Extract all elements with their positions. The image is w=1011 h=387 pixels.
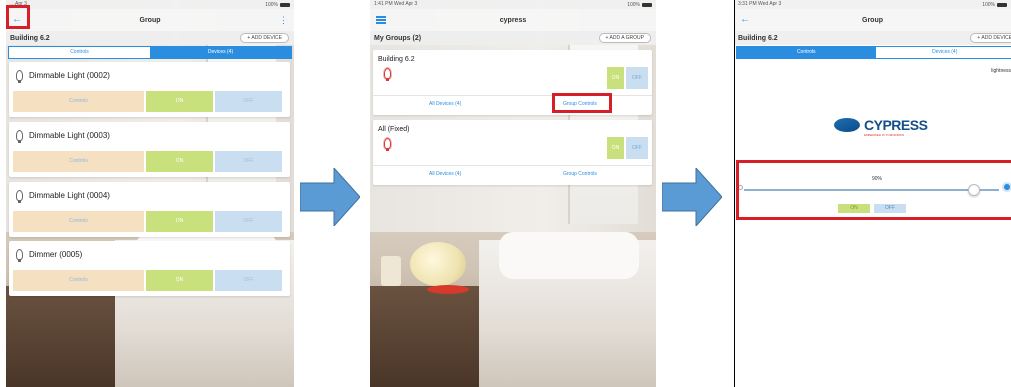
page-title: Group [862, 16, 883, 24]
divider [373, 165, 652, 166]
tab-bar: Controls Devices (4) [8, 46, 292, 59]
nav-bar: ← Group ⋮ [6, 9, 294, 31]
status-bar: 3:31 PM Wed Apr 3 100% [734, 0, 1011, 9]
group-header: Building 6.2 + ADD DEVICE [734, 31, 1011, 45]
controls-button[interactable]: Controls [13, 151, 145, 172]
menu-icon[interactable] [376, 13, 386, 27]
on-button[interactable]: ON [607, 137, 624, 159]
screen-group-devices: …Apr 3 100% ← Group ⋮ Building 6.2 + ADD… [6, 0, 294, 387]
bulb-icon [384, 138, 391, 151]
all-devices-link[interactable]: All Devices (4) [429, 101, 461, 107]
all-devices-link[interactable]: All Devices (4) [429, 171, 461, 177]
group-card: All (Fixed) ON OFF All Devices (4) Group… [373, 120, 652, 185]
groups-title: My Groups (2) [374, 34, 422, 42]
status-time: 1:41 PM Wed Apr 3 [374, 1, 418, 7]
screen-group-controls: 3:31 PM Wed Apr 3 100% ← Group Building … [734, 0, 1011, 387]
device-card: Dimmable Light (0004) Controls ON OFF [9, 182, 290, 237]
battery-icon [997, 2, 1007, 7]
off-button[interactable]: OFF [626, 67, 648, 89]
tab-bar: Controls Devices (4) [736, 46, 1011, 59]
battery-icon [642, 2, 652, 7]
flow-arrow-1 [300, 168, 360, 226]
add-device-button[interactable]: + ADD DEVICE [970, 33, 1011, 43]
flow-arrow-2 [662, 168, 722, 226]
back-arrow-icon[interactable]: ← [740, 13, 750, 27]
group-name: Building 6.2 [738, 34, 778, 42]
group-name: Building 6.2 [10, 34, 50, 42]
battery-icon [280, 2, 290, 7]
controls-button[interactable]: Controls [13, 211, 145, 232]
group-controls-link[interactable]: Group Controls [563, 171, 597, 177]
device-card: Dimmable Light (0003) Controls ON OFF [9, 122, 290, 177]
bulb-icon [384, 68, 391, 81]
controls-button[interactable]: Controls [13, 270, 145, 291]
cypress-logo-text: CYPRESS [864, 117, 928, 133]
highlight-group-controls [552, 93, 612, 113]
bulb-icon [16, 190, 23, 203]
add-group-button[interactable]: + ADD A GROUP [598, 33, 651, 43]
off-button[interactable]: OFF [626, 137, 648, 159]
controls-button[interactable]: Controls [13, 91, 145, 112]
status-bar: …Apr 3 100% [6, 0, 294, 9]
page-title: Group [139, 16, 161, 24]
screen-border [734, 0, 735, 387]
tab-devices[interactable]: Devices (4) [150, 47, 291, 58]
device-name: Dimmer (0005) [29, 250, 83, 259]
device-card: Dimmable Light (0002) Controls ON OFF [9, 62, 290, 117]
add-device-button[interactable]: + ADD DEVICE [240, 33, 289, 43]
tab-controls[interactable]: Controls [9, 47, 150, 58]
highlight-lightness-controls [736, 160, 1011, 220]
device-card: Dimmer (0005) Controls ON OFF [9, 241, 290, 296]
cypress-logo: CYPRESS EMBEDDED IN TOMORROW [834, 117, 928, 137]
bulb-icon [16, 249, 23, 262]
tab-controls[interactable]: Controls [737, 47, 876, 58]
device-name: Dimmable Light (0002) [29, 71, 110, 80]
cypress-logo-mark [834, 118, 860, 132]
off-button[interactable]: OFF [214, 211, 282, 232]
battery-indicator: 100% [982, 1, 1007, 8]
cypress-tagline: EMBEDDED IN TOMORROW [864, 133, 905, 137]
on-button[interactable]: ON [146, 91, 213, 112]
highlight-back-button [6, 5, 30, 29]
stage: …Apr 3 100% ← Group ⋮ Building 6.2 + ADD… [0, 0, 1011, 387]
screen-my-groups: 1:41 PM Wed Apr 3 100% cypress My Groups… [370, 0, 656, 387]
page-title: cypress [499, 16, 527, 24]
device-name: Dimmable Light (0003) [29, 131, 110, 140]
group-header: Building 6.2 + ADD DEVICE [6, 31, 294, 45]
bulb-icon [16, 70, 23, 83]
off-button[interactable]: OFF [214, 91, 282, 112]
battery-indicator: 100% [627, 1, 652, 8]
more-icon[interactable]: ⋮ [279, 13, 288, 27]
status-bar: 1:41 PM Wed Apr 3 100% [370, 0, 656, 9]
nav-bar: ← Group [734, 9, 1011, 31]
bulb-icon [16, 130, 23, 143]
on-button[interactable]: ON [146, 211, 213, 232]
on-button[interactable]: ON [146, 270, 213, 291]
groups-header: My Groups (2) + ADD A GROUP [370, 31, 656, 45]
off-button[interactable]: OFF [214, 151, 282, 172]
battery-indicator: 100% [265, 1, 290, 8]
off-button[interactable]: OFF [214, 270, 282, 291]
status-time: 3:31 PM Wed Apr 3 [738, 1, 782, 7]
tab-devices[interactable]: Devices (4) [875, 47, 1011, 58]
group-name: Building 6.2 [378, 56, 415, 63]
lightness-label: lightness [991, 68, 1011, 74]
group-name: All (Fixed) [378, 126, 410, 133]
on-button[interactable]: ON [607, 67, 624, 89]
nav-bar: cypress [370, 9, 656, 31]
device-name: Dimmable Light (0004) [29, 191, 110, 200]
on-button[interactable]: ON [146, 151, 213, 172]
